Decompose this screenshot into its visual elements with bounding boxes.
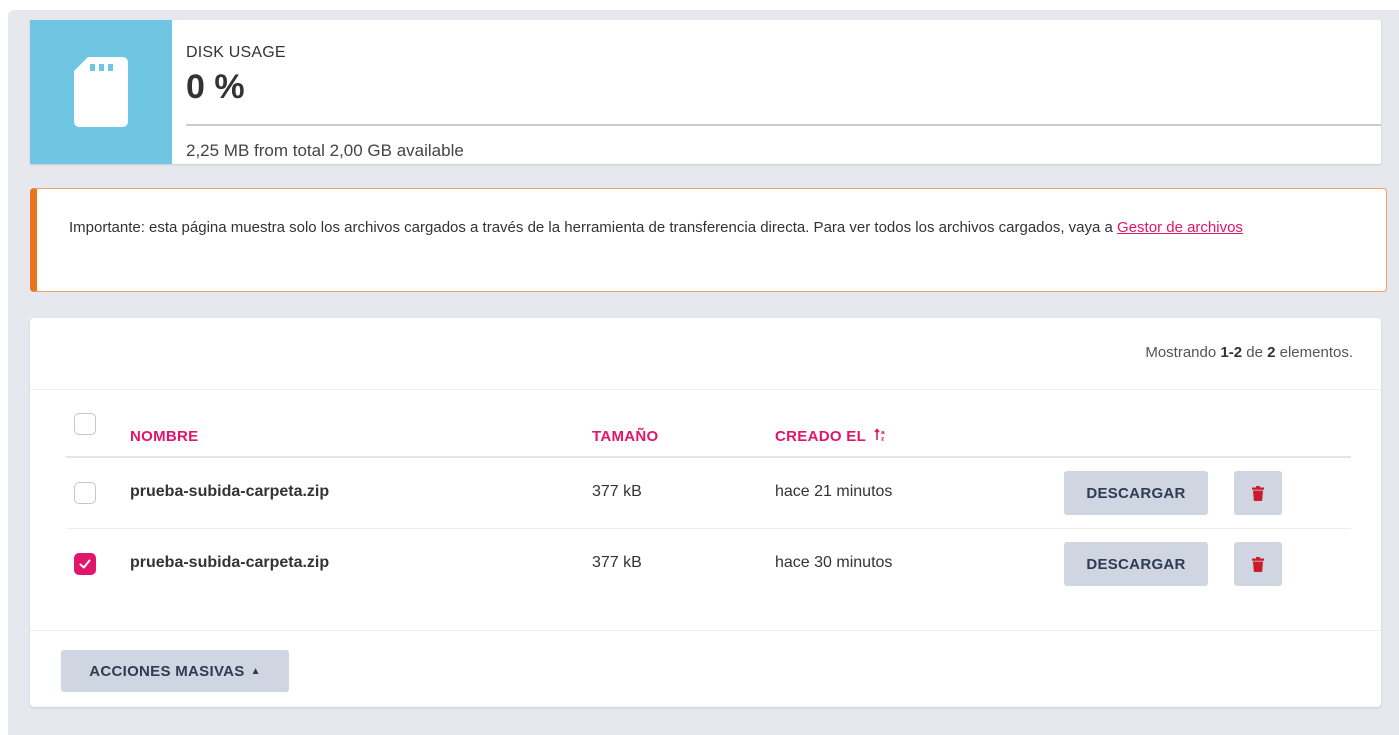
disk-usage-box: DISK USAGE 0 % 2,25 MB from total 2,00 G… <box>30 20 1381 164</box>
row-checkbox[interactable] <box>74 482 96 504</box>
disk-usage-progress <box>186 124 1381 126</box>
trash-icon <box>1252 485 1264 501</box>
file-manager-link[interactable]: Gestor de archivos <box>1117 219 1243 236</box>
svg-text:a: a <box>881 430 885 436</box>
select-all-checkbox[interactable] <box>74 413 96 435</box>
important-notice: Importante: esta página muestra solo los… <box>30 188 1387 292</box>
column-header-size[interactable]: TAMAÑO <box>592 428 659 445</box>
notice-message: Importante: esta página muestra solo los… <box>69 219 1118 236</box>
disk-usage-value: 0 % <box>186 68 245 106</box>
file-size: 377 kB <box>592 483 642 500</box>
column-header-name[interactable]: NOMBRE <box>130 428 198 445</box>
bulk-actions-button[interactable]: ACCIONES MASIVAS ▲ <box>61 650 289 692</box>
download-button[interactable]: DESCARGAR <box>1064 471 1208 515</box>
sort-icon: a z <box>874 428 885 443</box>
file-size: 377 kB <box>592 554 642 571</box>
divider <box>30 630 1381 631</box>
summary-middle: de <box>1242 344 1268 361</box>
page-frame: DISK USAGE 0 % 2,25 MB from total 2,00 G… <box>8 10 1399 735</box>
summary-range: 1-2 <box>1220 344 1243 361</box>
notice-text: Importante: esta página muestra solo los… <box>69 215 1359 240</box>
download-button[interactable]: DESCARGAR <box>1064 542 1208 586</box>
summary-suffix: elementos. <box>1275 344 1353 361</box>
caret-up-icon: ▲ <box>250 665 261 677</box>
disk-icon-area <box>30 20 172 164</box>
files-card: Mostrando 1-2 de 2 elementos. NOMBRE TAM… <box>30 318 1381 707</box>
pagination-summary: Mostrando 1-2 de 2 elementos. <box>1145 344 1353 361</box>
file-name: prueba-subida-carpeta.zip <box>130 483 330 500</box>
column-header-created[interactable]: CREADO EL a z <box>775 428 888 445</box>
delete-button[interactable] <box>1234 471 1282 515</box>
table-row: prueba-subida-carpeta.zip 377 kB hace 21… <box>66 458 1351 529</box>
file-created: hace 21 minutos <box>775 483 893 500</box>
table-row: prueba-subida-carpeta.zip 377 kB hace 30… <box>66 529 1351 599</box>
summary-prefix: Mostrando <box>1145 344 1221 361</box>
row-checkbox[interactable] <box>74 553 96 575</box>
delete-button[interactable] <box>1234 542 1282 586</box>
sd-card-icon <box>74 57 128 127</box>
column-header-created-label: CREADO EL <box>775 428 866 445</box>
file-name: prueba-subida-carpeta.zip <box>130 554 330 571</box>
disk-usage-detail: 2,25 MB from total 2,00 GB available <box>186 141 464 160</box>
bulk-actions-label: ACCIONES MASIVAS <box>89 662 245 680</box>
trash-icon <box>1252 556 1264 572</box>
checkmark-icon <box>79 559 91 569</box>
file-created: hace 30 minutos <box>775 554 893 571</box>
svg-text:z: z <box>881 437 885 443</box>
table-header: NOMBRE TAMAÑO CREADO EL a z <box>66 402 1351 458</box>
disk-usage-label: DISK USAGE <box>186 44 286 61</box>
divider <box>30 389 1381 390</box>
